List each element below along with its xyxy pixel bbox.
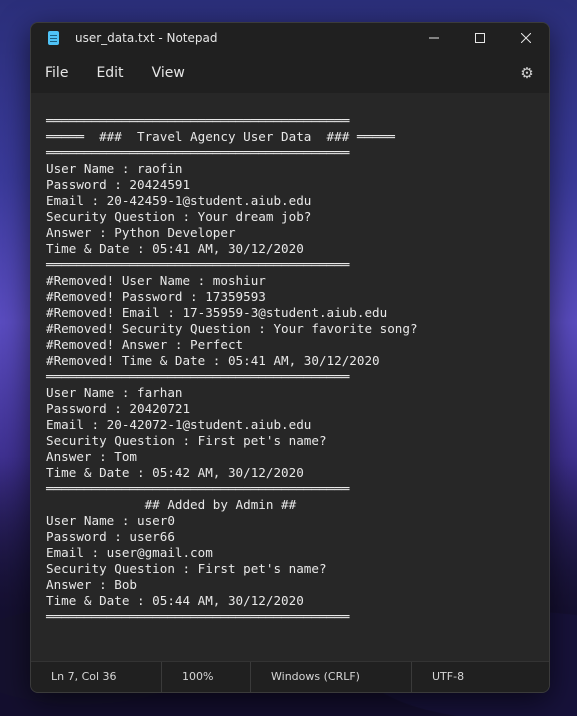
- maximize-icon: [475, 33, 485, 43]
- menu-bar: File Edit View ⚙: [31, 53, 549, 93]
- text-line: Time & Date : 05:42 AM, 30/12/2020: [46, 465, 304, 480]
- text-line: ════════════════════════════════════════: [46, 609, 350, 624]
- minimize-button[interactable]: [411, 23, 457, 53]
- minimize-icon: [429, 37, 439, 39]
- text-line: Password : 20424591: [46, 177, 191, 192]
- zoom-level: 100%: [162, 662, 251, 692]
- title-bar: user_data.txt - Notepad: [31, 23, 549, 53]
- text-line: #Removed! Time & Date : 05:41 AM, 30/12/…: [46, 353, 380, 368]
- text-line: ════════════════════════════════════════: [46, 481, 350, 496]
- text-line: Answer : Tom: [46, 449, 137, 464]
- text-line: Password : 20420721: [46, 401, 191, 416]
- text-line: User Name : farhan: [46, 385, 183, 400]
- text-line: #Removed! Password : 17359593: [46, 289, 266, 304]
- text-line: #Removed! Answer : Perfect: [46, 337, 244, 352]
- settings-button[interactable]: ⚙: [519, 65, 535, 81]
- notepad-window: user_data.txt - Notepad File Edit View ⚙…: [30, 22, 550, 693]
- text-line: ## Added by Admin ##: [46, 497, 297, 512]
- text-line: ═════ ### Travel Agency User Data ### ══…: [46, 129, 395, 144]
- close-button[interactable]: [503, 23, 549, 53]
- maximize-button[interactable]: [457, 23, 503, 53]
- text-line: Security Question : Your dream job?: [46, 209, 312, 224]
- text-line: User Name : raofin: [46, 161, 183, 176]
- close-icon: [521, 33, 531, 43]
- text-line: Security Question : First pet's name?: [46, 433, 327, 448]
- text-line: ════════════════════════════════════════: [46, 257, 350, 272]
- text-line: Time & Date : 05:41 AM, 30/12/2020: [46, 241, 304, 256]
- text-line: Security Question : First pet's name?: [46, 561, 327, 576]
- text-line: Email : 20-42072-1@student.aiub.edu: [46, 417, 312, 432]
- line-ending: Windows (CRLF): [251, 662, 412, 692]
- text-line: #Removed! Email : 17-35959-3@student.aiu…: [46, 305, 388, 320]
- text-line: ════════════════════════════════════════: [46, 113, 350, 128]
- text-line: Email : user@gmail.com: [46, 545, 213, 560]
- text-line: ════════════════════════════════════════: [46, 369, 350, 384]
- text-line: #Removed! User Name : moshiur: [46, 273, 266, 288]
- window-title: user_data.txt - Notepad: [75, 31, 218, 45]
- text-line: Email : 20-42459-1@student.aiub.edu: [46, 193, 312, 208]
- cursor-position: Ln 7, Col 36: [31, 662, 162, 692]
- text-line: Answer : Bob: [46, 577, 137, 592]
- menu-edit[interactable]: Edit: [82, 53, 137, 93]
- text-line: ════════════════════════════════════════: [46, 145, 350, 160]
- encoding: UTF-8: [432, 670, 465, 683]
- text-editor[interactable]: ════════════════════════════════════════…: [31, 93, 549, 662]
- text-line: User Name : user0: [46, 513, 175, 528]
- text-line: #Removed! Security Question : Your favor…: [46, 321, 418, 336]
- menu-view[interactable]: View: [138, 53, 199, 93]
- status-bar: Ln 7, Col 36 100% Windows (CRLF) UTF-8: [31, 661, 549, 692]
- menu-file[interactable]: File: [31, 53, 82, 93]
- gear-icon: ⚙: [520, 64, 534, 82]
- text-line: Password : user66: [46, 529, 175, 544]
- text-line: Time & Date : 05:44 AM, 30/12/2020: [46, 593, 304, 608]
- notepad-app-icon: [48, 31, 59, 45]
- text-line: Answer : Python Developer: [46, 225, 236, 240]
